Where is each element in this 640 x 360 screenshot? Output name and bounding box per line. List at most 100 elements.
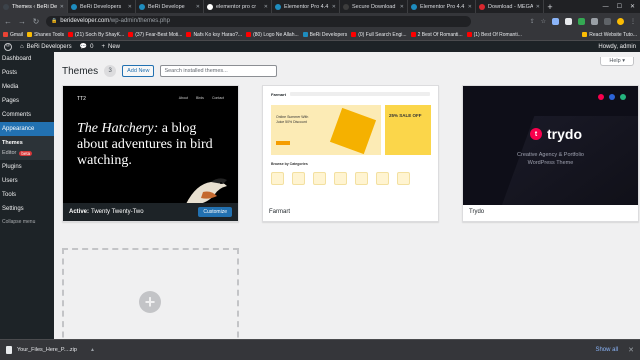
menu-label: Posts — [2, 70, 18, 76]
menu-appearance[interactable]: Appearance — [0, 122, 54, 136]
bookmark-item[interactable]: Shanes Tools — [27, 32, 64, 38]
theme-card-farmart[interactable]: Farmart Online Summer With Juice 50% Dis… — [262, 85, 439, 222]
close-tab-icon[interactable]: ✕ — [264, 4, 268, 10]
search-themes-input[interactable] — [160, 65, 278, 77]
lock-icon[interactable]: 🔒 — [51, 18, 57, 24]
favicon-icon — [479, 3, 485, 10]
close-tab-icon[interactable]: ✕ — [128, 4, 132, 10]
bookmark-label: (21) Soch By ShayK... — [75, 31, 125, 38]
close-tab-icon[interactable]: ✕ — [332, 4, 336, 10]
new-tab-button[interactable]: + — [544, 0, 556, 13]
maximize-icon[interactable]: ☐ — [617, 3, 622, 10]
extension-icon[interactable] — [565, 17, 572, 25]
bookmark-item[interactable]: (0) Full Search Engi... — [351, 32, 407, 38]
browser-tab[interactable]: Elementor Pro 4.4 ✕ — [272, 0, 340, 13]
theme-card-trydo[interactable]: t trydo Creative Agency & Portfolio Word… — [462, 85, 639, 222]
browser-tab[interactable]: BeRi Developers ✕ — [68, 0, 136, 13]
customize-button[interactable]: Customize — [198, 207, 232, 217]
collapse-menu-button[interactable]: Collapse menu — [0, 216, 54, 228]
wordpress-logo-icon[interactable]: W — [4, 42, 12, 51]
bookmark-item[interactable]: BeRi Developers — [302, 32, 347, 38]
theme-card-twentytwentytwo[interactable]: TT2 About Birds Contact The Hatchery: a … — [62, 85, 239, 222]
trydo-tagline: Creative Agency & Portfolio WordPress Th… — [463, 151, 638, 167]
bookmark-item[interactable]: Gmail — [3, 32, 23, 38]
close-tab-icon[interactable]: ✕ — [468, 4, 472, 10]
farmart-banner-button — [276, 141, 290, 145]
beta-badge: beta — [19, 150, 33, 156]
reload-icon[interactable]: ↻ — [32, 17, 40, 26]
bookmarks-bar: Gmail Shanes Tools (21) Soch By ShayK... (3… — [0, 29, 640, 41]
bookmark-star-icon[interactable]: ☆ — [541, 18, 546, 25]
menu-pages[interactable]: Pages — [0, 94, 54, 108]
bookmark-item[interactable]: (21) Soch By ShayK... — [68, 32, 124, 38]
url-path: /wp-admin/themes.php — [109, 18, 170, 24]
new-content-link[interactable]: + New — [101, 44, 120, 50]
menu-posts[interactable]: Posts — [0, 66, 54, 80]
bookmark-item[interactable]: (37) Fear-Best Moti... — [128, 32, 182, 38]
active-label: Active: — [69, 209, 90, 215]
bookmark-item[interactable]: (1) Best Of Romanti... — [466, 32, 522, 38]
extension-shield-icon[interactable] — [578, 17, 585, 25]
bookmark-label: Gmail — [10, 31, 24, 38]
menu-dashboard[interactable]: Dashboard — [0, 52, 54, 66]
bookmark-favicon-icon — [466, 32, 472, 37]
bookmark-favicon-icon — [128, 32, 134, 37]
bookmark-item[interactable]: (80) Logo Ne Allah... — [246, 32, 299, 38]
file-icon — [6, 346, 12, 354]
extensions-puzzle-icon[interactable] — [604, 17, 611, 25]
browser-tab[interactable]: Elementor Pro 4.4 ✕ — [408, 0, 476, 13]
close-icon[interactable]: ✕ — [628, 346, 634, 354]
menu-kebab-icon[interactable]: ⋮ — [630, 18, 636, 25]
add-new-theme-card[interactable]: + — [62, 248, 239, 339]
bookmark-favicon-icon — [410, 32, 416, 37]
bookmark-item[interactable]: React Website Tuto... — [582, 32, 637, 38]
add-new-theme-button[interactable]: Add New — [122, 65, 155, 77]
address-bar[interactable]: 🔒 berideveloper.com/wp-admin/themes.php — [46, 15, 471, 27]
close-tab-icon[interactable]: ✕ — [196, 4, 200, 10]
close-tab-icon[interactable]: ✕ — [536, 4, 540, 10]
farmart-logo: Farmart — [271, 91, 286, 97]
close-tab-icon[interactable]: ✕ — [60, 4, 64, 10]
browser-tab[interactable]: elementor pro cr ✕ — [204, 0, 272, 13]
close-window-icon[interactable]: ✕ — [630, 3, 635, 10]
theme-screenshot[interactable]: TT2 About Birds Contact The Hatchery: a … — [63, 86, 238, 205]
share-icon[interactable]: ⇪ — [530, 18, 535, 25]
minimize-icon[interactable]: — — [603, 4, 609, 10]
browser-tab[interactable]: Themes ‹ BeRi De ✕ — [0, 0, 68, 13]
show-all-downloads-link[interactable]: Show all — [595, 347, 618, 353]
menu-label: Appearance — [2, 126, 35, 132]
help-tab[interactable]: Help ▾ — [600, 57, 634, 66]
bookmark-item[interactable]: 2 Best Of Romanti... — [410, 32, 463, 38]
account-menu[interactable]: Howdy, admin — [598, 44, 636, 50]
bookmark-item[interactable]: Nafs Ko ksy Harao?... — [186, 32, 242, 38]
forward-icon[interactable]: → — [18, 17, 26, 26]
bookmark-favicon-icon — [302, 32, 308, 37]
download-item[interactable]: Your_Files_Here_P....zip ▲ — [6, 346, 95, 354]
tt2-headline: The Hatchery: a blog about adventures in… — [77, 121, 227, 169]
browser-tab[interactable]: BeRi Develope ✕ — [136, 0, 204, 13]
chevron-up-icon[interactable]: ▲ — [90, 347, 95, 353]
menu-users[interactable]: Users — [0, 174, 54, 188]
submenu-themes[interactable]: Themes — [0, 138, 54, 148]
site-name-link[interactable]: ⌂ BeRi Developers — [20, 44, 72, 50]
bookmark-favicon-icon — [3, 32, 8, 37]
tab-title: Elementor Pro 4.4 — [420, 3, 465, 10]
back-icon[interactable]: ← — [4, 17, 12, 26]
farmart-cats-title: Browse by Categories — [271, 162, 308, 166]
submenu-editor[interactable]: Editor beta — [0, 148, 54, 158]
menu-plugins[interactable]: Plugins — [0, 160, 54, 174]
menu-settings[interactable]: Settings — [0, 202, 54, 216]
theme-screenshot[interactable]: Farmart Online Summer With Juice 50% Dis… — [263, 86, 438, 205]
farmart-banner-text: Online Summer With Juice 50% Discount — [276, 115, 309, 124]
theme-screenshot[interactable]: t trydo Creative Agency & Portfolio Word… — [463, 86, 638, 205]
browser-tab[interactable]: Download - MEGA ✕ — [476, 0, 544, 13]
extension-icon[interactable] — [591, 17, 598, 25]
comments-link[interactable]: 💬 0 — [80, 43, 94, 51]
menu-media[interactable]: Media — [0, 80, 54, 94]
profile-avatar[interactable] — [617, 17, 624, 25]
menu-comments[interactable]: Comments — [0, 108, 54, 122]
menu-tools[interactable]: Tools — [0, 188, 54, 202]
browser-tab[interactable]: Secure Download ✕ — [340, 0, 408, 13]
close-tab-icon[interactable]: ✕ — [400, 4, 404, 10]
extension-icon[interactable] — [552, 17, 559, 25]
